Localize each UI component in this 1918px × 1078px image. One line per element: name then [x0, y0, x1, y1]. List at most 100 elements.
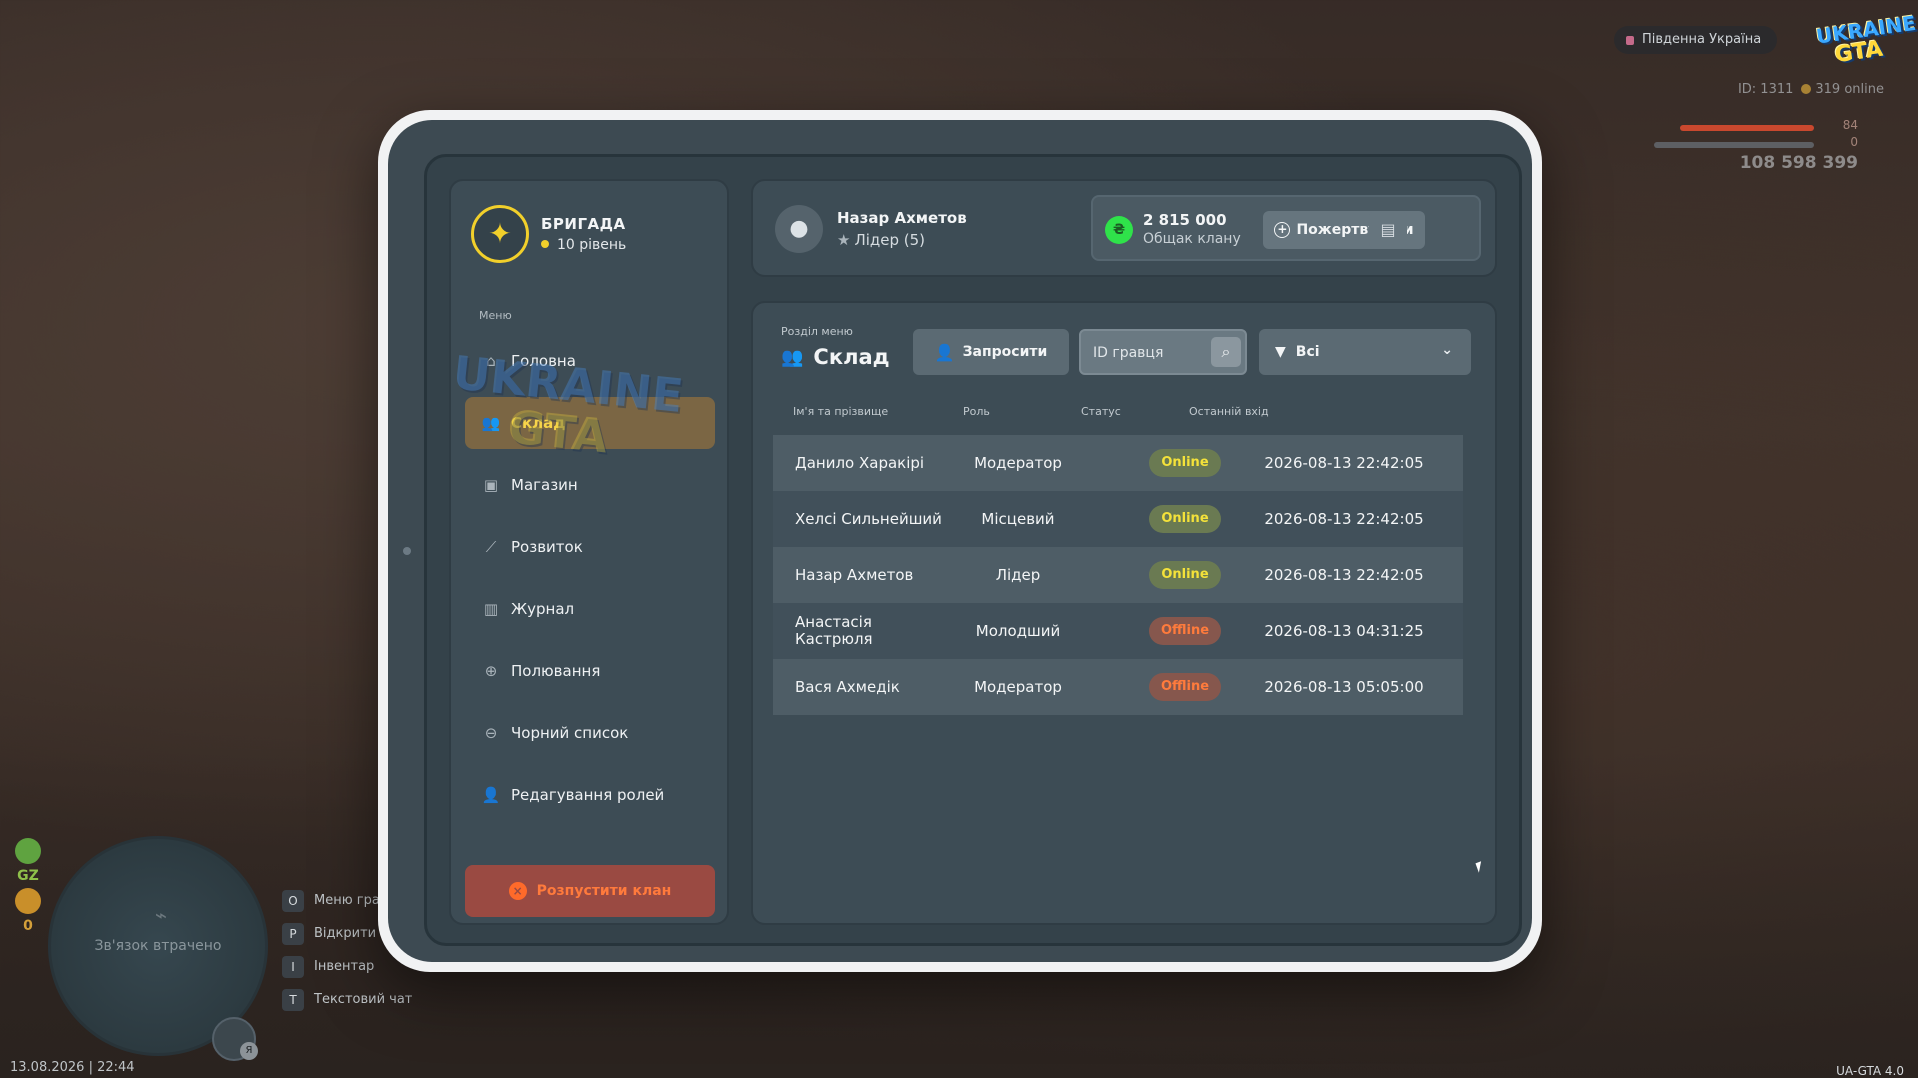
wanted-icon: [15, 888, 41, 914]
sidebar-item-label: Магазин: [511, 476, 578, 494]
player-id: ID: 1311: [1737, 82, 1794, 97]
sidebar-item-home[interactable]: ⌂ Головна: [465, 335, 715, 387]
status-badge: Online: [1149, 449, 1221, 477]
sidebar-item-label: Редагування ролей: [511, 786, 665, 804]
connection-lost-text: Зв'язок втрачено: [94, 938, 222, 954]
filter-value: Всі: [1295, 344, 1320, 360]
column-header-status: Статус: [1081, 405, 1121, 418]
column-header-name: Ім'я та прізвище: [793, 405, 889, 418]
money-amount: 108 598 399: [1739, 153, 1858, 173]
mic-badge: Я: [240, 1042, 258, 1060]
section-title-text: Склад: [813, 345, 890, 369]
key-cap: I: [282, 955, 304, 978]
status-badge: Offline: [1149, 617, 1221, 645]
member-name: Назар Ахметов: [795, 565, 914, 584]
game-version: UA-GTA 4.0: [1836, 1064, 1904, 1078]
member-last-login: 2026-08-13 22:42:05: [1264, 566, 1424, 584]
region-pill: Південна Україна: [1614, 26, 1778, 54]
clan-info: БРИГАДА 10 рівень: [541, 215, 626, 253]
plus-circle-icon: +: [1274, 222, 1291, 238]
armor-value: 0: [1850, 135, 1858, 149]
members-panel: Розділ меню 👥Склад 👤Запросити ⌕ ▼ Всі ⌄ …: [751, 301, 1497, 925]
sidebar: ✦ БРИГАДА 10 рівень Меню ⌂ Головна 👥 Склад…: [449, 179, 729, 925]
clan-screen: ✦ БРИГАДА 10 рівень Меню ⌂ Головна 👥 Склад…: [424, 154, 1522, 946]
sidebar-item-roles[interactable]: 👤 Редагування ролей: [465, 769, 715, 821]
search-input[interactable]: [1093, 341, 1203, 365]
user-edit-icon: 👤: [481, 786, 501, 804]
status-badge: Offline: [1149, 673, 1221, 701]
member-role: Модератор: [974, 678, 1062, 696]
clan-level: 10 рівень: [541, 237, 626, 253]
book-icon: ▥: [483, 600, 499, 618]
hryvnia-coin-icon: ₴: [1105, 216, 1133, 244]
invite-label: Запросити: [962, 344, 1048, 360]
clan-bank: ₴ 2 815 000 Общак клану + Пожертвувати ▤: [1091, 195, 1481, 261]
member-role: Лідер: [995, 566, 1041, 584]
level-dot-icon: [541, 240, 549, 248]
sidebar-menu: ⌂ Головна 👥 Склад ▣ Магазин ⟋ Розвиток ▥ Журн…: [465, 335, 715, 831]
people-icon: 👥: [481, 414, 501, 432]
sidebar-item-development[interactable]: ⟋ Розвиток: [465, 521, 715, 573]
health-bar: [1679, 125, 1814, 131]
box-icon: ▤: [1380, 220, 1396, 239]
chevron-down-icon: ⌄: [1441, 342, 1453, 358]
invite-button[interactable]: 👤 Запросити: [913, 329, 1069, 375]
home-icon: ⌂: [486, 352, 496, 370]
storage-box-button[interactable]: ▤: [1369, 211, 1407, 249]
sidebar-item-hunting[interactable]: ⊕ Полювання: [465, 645, 715, 697]
table-row[interactable]: Анастасія Кастрюля Молодший Offline 2026…: [773, 603, 1463, 659]
clan-header: ✦ БРИГАДА 10 рівень: [471, 205, 626, 263]
section-caption: Розділ меню: [781, 325, 853, 338]
user-role: ★ Лідер (5): [837, 231, 925, 249]
bank-amount: 2 815 000: [1143, 211, 1227, 229]
armor-bar: [1654, 142, 1814, 148]
table-header: Ім'я та прізвище Роль Статус Останній вх…: [773, 405, 1463, 425]
disband-clan-button[interactable]: × Розпустити клан: [465, 865, 715, 917]
user-role-text: Лідер (5): [854, 231, 926, 249]
sidebar-item-shop[interactable]: ▣ Магазин: [465, 459, 715, 511]
sidebar-item-label: Чорний список: [511, 724, 629, 742]
health-value: 84: [1842, 118, 1858, 132]
clan-level-text: 10 рівень: [557, 237, 627, 253]
wanted-value: 0: [23, 918, 33, 934]
member-last-login: 2026-08-13 05:05:00: [1264, 678, 1424, 696]
hud-top-right: Південна Україна UKRAINE GTA ID: 1311 319…: [1598, 11, 1917, 180]
table-row[interactable]: Назар Ахметов Лідер Online 2026-08-13 22…: [773, 547, 1463, 603]
crosshair-icon: ⊕: [484, 662, 498, 680]
key-hint-row: T Текстовий чат: [282, 983, 440, 1016]
search-icon[interactable]: ⌕: [1211, 337, 1241, 367]
star-icon: ★: [837, 231, 851, 249]
member-last-login: 2026-08-13 22:42:05: [1264, 510, 1424, 528]
column-header-last-login: Останній вхід: [1189, 405, 1269, 418]
close-icon: ×: [508, 882, 527, 900]
member-name: Вася Ахмедік: [795, 677, 900, 696]
section-title: 👥 Склад: [781, 345, 890, 369]
filter-icon: ▼: [1275, 344, 1286, 360]
sidebar-item-members[interactable]: 👥 Склад: [465, 397, 715, 449]
sidebar-item-blacklist[interactable]: ⊖ Чорний список: [465, 707, 715, 759]
status-badge: Online: [1149, 561, 1221, 589]
filter-dropdown[interactable]: ▼ Всі ⌄: [1259, 329, 1471, 375]
table-row[interactable]: Вася Ахмедік Модератор Offline 2026-08-1…: [773, 659, 1463, 715]
bank-caption: Общак клану: [1143, 231, 1241, 247]
no-signal-icon: ⌁: [154, 903, 168, 927]
member-role: Молодший: [975, 622, 1061, 640]
people-icon: 👥: [781, 346, 804, 368]
sidebar-item-label: Полювання: [511, 662, 601, 680]
member-name: Данило Харакірі: [795, 453, 925, 472]
key-cap: O: [282, 889, 304, 912]
sidebar-item-journal[interactable]: ▥ Журнал: [465, 583, 715, 635]
user-name: Назар Ахметов: [837, 209, 967, 227]
ukraine-gta-logo: UKRAINE GTA: [1815, 11, 1918, 78]
zone-label: GZ: [17, 868, 39, 884]
clan-emblem-icon: ✦: [471, 205, 529, 263]
table-row[interactable]: Хелсі Сильнейший Місцевий Online 2026-08…: [773, 491, 1463, 547]
key-label: Інвентар: [314, 959, 375, 974]
key-cap: P: [282, 922, 304, 945]
sidebar-item-label: Склад: [511, 414, 566, 432]
key-cap: T: [282, 988, 304, 1011]
online-dot-icon: [1801, 84, 1812, 94]
add-user-icon: 👤: [934, 342, 955, 362]
table-row[interactable]: Данило Харакірі Модератор Online 2026-08…: [773, 435, 1463, 491]
member-role: Місцевий: [981, 510, 1055, 528]
